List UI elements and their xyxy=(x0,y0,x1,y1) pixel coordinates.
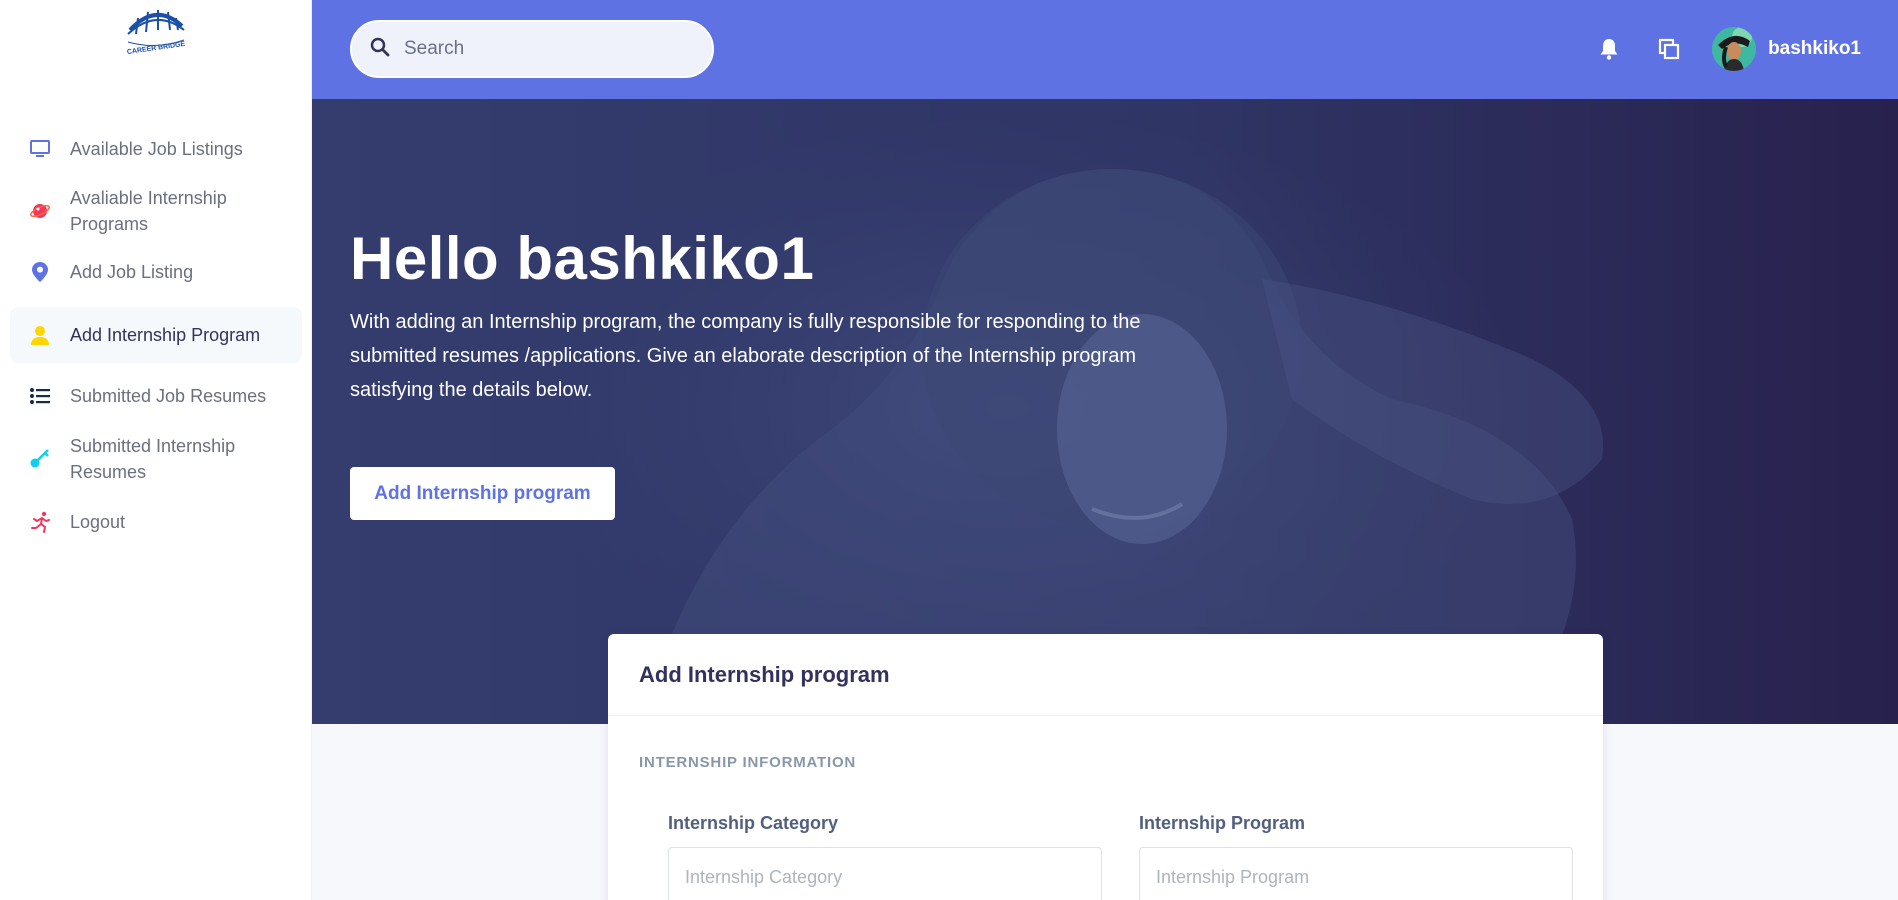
hero-description: With adding an Internship program, the c… xyxy=(350,311,1141,401)
avatar xyxy=(1712,27,1757,71)
topbar: bashkiko1 xyxy=(312,0,1898,99)
sidebar-item-add-internship-program[interactable]: Add Internship Program xyxy=(10,307,302,363)
sidebar-item-label: Submitted Internship Resumes xyxy=(70,436,236,482)
sidebar: CAREER BRIDGE Available Job Listings Ava… xyxy=(0,0,312,900)
sidebar-item-label: Available Job Listings xyxy=(70,139,243,159)
sidebar-item-label: Add Internship Program xyxy=(70,325,261,345)
key-icon xyxy=(28,447,52,471)
pages-icon[interactable] xyxy=(1656,36,1682,62)
hero-title: Hello bashkiko1 xyxy=(350,225,815,292)
internship-category-label: Internship Category xyxy=(668,813,839,833)
card-header: Add Internship program xyxy=(608,634,1603,716)
user-menu[interactable]: bashkiko1 xyxy=(1712,27,1861,71)
bell-icon[interactable] xyxy=(1596,36,1622,62)
section-title: INTERNSHIP INFORMATION xyxy=(639,754,857,771)
career-bridge-logo[interactable]: CAREER BRIDGE xyxy=(120,4,192,56)
sidebar-item-submitted-internship-resumes[interactable]: Submitted Internship Resumes xyxy=(10,425,302,493)
bullet-list-icon xyxy=(28,384,52,408)
hero-background-photo xyxy=(492,119,1604,724)
monitor-icon xyxy=(28,137,52,161)
internship-program-label: Internship Program xyxy=(1139,813,1306,833)
sidebar-item-submitted-job-resumes[interactable]: Submitted Job Resumes xyxy=(10,371,302,421)
sidebar-item-logout[interactable]: Logout xyxy=(10,497,302,547)
sidebar-item-label: Submitted Job Resumes xyxy=(70,386,267,406)
search-input[interactable] xyxy=(404,38,684,60)
search-box[interactable] xyxy=(350,20,714,78)
map-pin-icon xyxy=(28,260,52,284)
internship-program-input[interactable] xyxy=(1139,847,1573,900)
sidebar-item-available-internship-programs[interactable]: Avaliable Internship Programs xyxy=(10,177,302,245)
sidebar-item-label: Add Job Listing xyxy=(70,262,194,282)
user-icon xyxy=(28,323,52,347)
sidebar-nav: Available Job Listings Avaliable Interns… xyxy=(10,125,302,547)
planet-icon xyxy=(28,199,52,223)
sidebar-item-add-job-listing[interactable]: Add Job Listing xyxy=(10,247,302,297)
logo-text: CAREER BRIDGE xyxy=(127,41,186,56)
username: bashkiko1 xyxy=(1768,38,1861,59)
running-icon xyxy=(28,510,52,534)
sidebar-item-label: Logout xyxy=(70,512,126,532)
hero-banner: Hello bashkiko1 With adding an Internshi… xyxy=(312,99,1898,724)
search-icon xyxy=(370,37,390,62)
internship-category-input[interactable] xyxy=(668,847,1102,900)
add-internship-program-button[interactable]: Add Internship program xyxy=(350,467,615,520)
sidebar-item-label: Avaliable Internship Programs xyxy=(70,188,227,234)
sidebar-item-available-job-listings[interactable]: Available Job Listings xyxy=(10,125,302,173)
card-title: Add Internship program xyxy=(639,661,890,687)
add-internship-form-card: Add Internship program INTERNSHIP INFORM… xyxy=(608,634,1603,900)
